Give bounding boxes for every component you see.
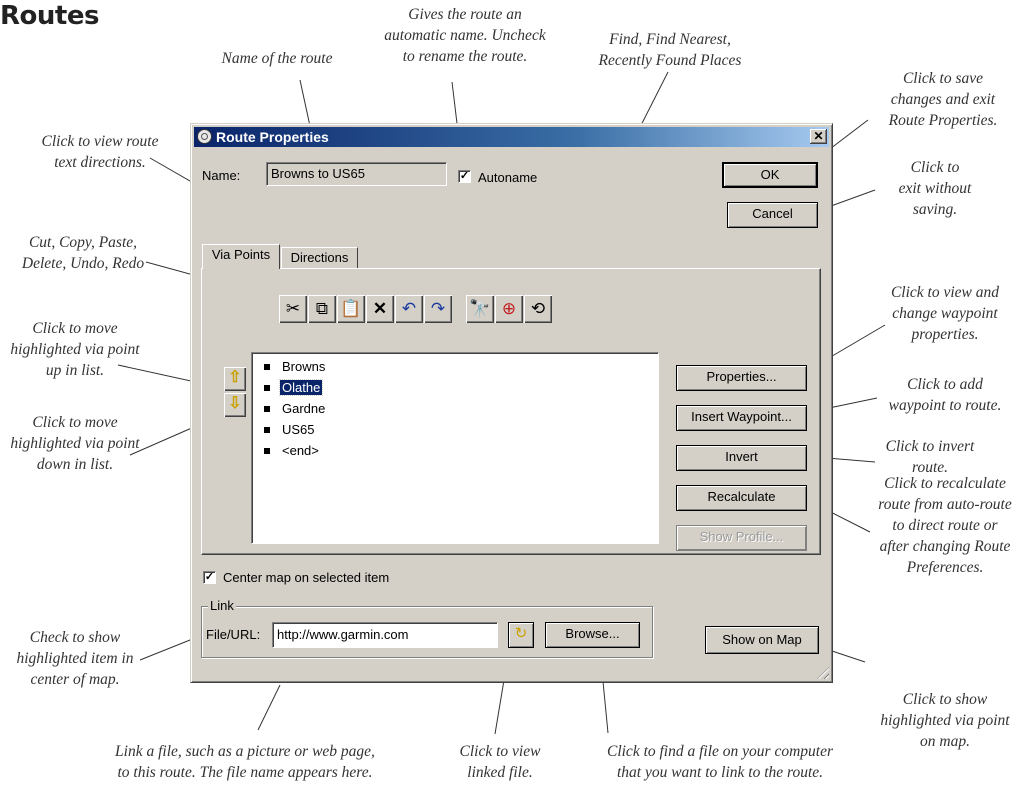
binoculars-icon: 🔭 xyxy=(469,299,491,318)
insert-waypoint-button[interactable]: Insert Waypoint... xyxy=(676,405,807,431)
app-icon xyxy=(197,129,212,144)
undo-button[interactable]: ↶ xyxy=(395,295,423,323)
recalculate-button[interactable]: Recalculate xyxy=(676,485,807,511)
delete-icon: ✕ xyxy=(372,299,388,318)
invert-button[interactable]: Invert xyxy=(676,445,807,471)
callout-cancel: Click to exit without saving. xyxy=(898,159,972,218)
link-group-label: Link xyxy=(208,598,236,614)
list-item[interactable]: US65 xyxy=(264,421,317,439)
autoname-label: Autoname xyxy=(478,170,538,185)
route-properties-dialog: Route Properties ✕ Name: Browns to US65 … xyxy=(190,123,833,683)
callout-directions: Click to view route text directions. xyxy=(41,133,159,171)
title-bar[interactable]: Route Properties ✕ xyxy=(194,127,829,147)
dialog-title: Route Properties xyxy=(216,129,329,145)
undo-icon: ↶ xyxy=(401,299,417,318)
close-button[interactable]: ✕ xyxy=(810,129,827,144)
callout-insert-waypoint: Click to add waypoint to route. xyxy=(888,376,1002,414)
find-nearest-icon: ⊕ xyxy=(501,299,517,318)
callout-properties: Click to view and change waypoint proper… xyxy=(890,284,1000,343)
resize-grip[interactable] xyxy=(817,667,829,679)
list-item[interactable]: Olathe xyxy=(264,379,324,397)
show-on-map-button[interactable]: Show on Map xyxy=(705,626,819,654)
redo-icon: ↷ xyxy=(430,299,446,318)
callout-center-map: Check to show highlighted item in center… xyxy=(16,629,134,688)
find-nearest-button[interactable]: ⊕ xyxy=(495,295,523,323)
callout-ok: Click to save changes and exit Route Pro… xyxy=(888,70,998,129)
cancel-button[interactable]: Cancel xyxy=(727,202,818,228)
file-url-input[interactable]: http://www.garmin.com xyxy=(272,622,498,648)
autoname-checkbox[interactable]: ✓ xyxy=(458,170,471,183)
paste-button[interactable]: 📋 xyxy=(337,295,365,323)
recently-found-icon: ⟲ xyxy=(530,299,546,318)
via-points-list[interactable]: Browns Olathe Gardne US65 <end> xyxy=(251,352,659,544)
browse-button[interactable]: Browse... xyxy=(545,622,640,648)
view-linked-file-button[interactable]: ↻ xyxy=(508,622,534,648)
link-group: Link File/URL: http://www.garmin.com ↻ B… xyxy=(201,598,653,658)
show-profile-button[interactable]: Show Profile... xyxy=(676,525,807,551)
callout-recalculate: Click to recalculate route from auto-rou… xyxy=(878,475,1012,576)
tab-directions[interactable]: Directions xyxy=(281,247,358,268)
callout-autoname: Gives the route an automatic name. Unche… xyxy=(384,6,546,65)
callout-view-linked: Click to view linked file. xyxy=(459,743,541,781)
callout-invert: Click to invert route. xyxy=(885,438,975,476)
copy-button[interactable]: ⧉ xyxy=(308,295,336,323)
scissors-icon: ✂ xyxy=(285,299,301,318)
recently-found-button[interactable]: ⟲ xyxy=(524,295,552,323)
center-map-label: Center map on selected item xyxy=(223,570,390,585)
copy-icon: ⧉ xyxy=(315,299,329,318)
callout-find: Find, Find Nearest, Recently Found Place… xyxy=(598,31,742,69)
delete-button[interactable]: ✕ xyxy=(366,295,394,323)
go-arrow-icon: ↻ xyxy=(514,625,528,642)
list-item[interactable]: Gardne xyxy=(264,400,327,418)
move-up-button[interactable]: ⇧ xyxy=(224,367,246,391)
cut-button[interactable]: ✂ xyxy=(279,295,307,323)
via-points-panel: ✂ ⧉ 📋 ✕ ↶ ↷ 🔭 ⊕ ⟲ ⇧ ⇩ Browns Olathe Gard… xyxy=(201,268,821,555)
paste-icon: 📋 xyxy=(340,299,362,318)
page-title: Routes xyxy=(0,1,99,31)
callout-browse: Click to find a file on your computer th… xyxy=(606,743,833,781)
ok-button[interactable]: OK xyxy=(722,162,818,188)
redo-button[interactable]: ↷ xyxy=(424,295,452,323)
arrow-up-icon: ⇧ xyxy=(228,369,242,386)
name-label: Name: xyxy=(202,168,241,183)
route-name-input[interactable]: Browns to US65 xyxy=(266,162,447,186)
tab-via-points[interactable]: Via Points xyxy=(202,244,280,269)
list-item[interactable]: <end> xyxy=(264,442,321,460)
callout-move-down: Click to move highlighted via point down… xyxy=(10,414,140,473)
callout-show-on-map: Click to show highlighted via point on m… xyxy=(880,691,1010,750)
file-url-value: http://www.garmin.com xyxy=(277,627,409,642)
properties-button[interactable]: Properties... xyxy=(676,365,807,391)
find-button[interactable]: 🔭 xyxy=(466,295,494,323)
callout-edit-tools: Cut, Copy, Paste, Delete, Undo, Redo xyxy=(21,234,145,272)
callout-link-file: Link a file, such as a picture or web pa… xyxy=(115,743,375,781)
callout-route-name: Name of the route xyxy=(221,50,333,67)
center-map-checkbox[interactable]: ✓ xyxy=(203,571,216,584)
file-url-label: File/URL: xyxy=(206,627,261,642)
list-item[interactable]: Browns xyxy=(264,358,327,376)
callout-move-up: Click to move highlighted via point up i… xyxy=(10,320,140,379)
move-down-button[interactable]: ⇩ xyxy=(224,393,246,417)
route-name-value: Browns to US65 xyxy=(271,166,365,181)
arrow-down-icon: ⇩ xyxy=(228,395,242,412)
